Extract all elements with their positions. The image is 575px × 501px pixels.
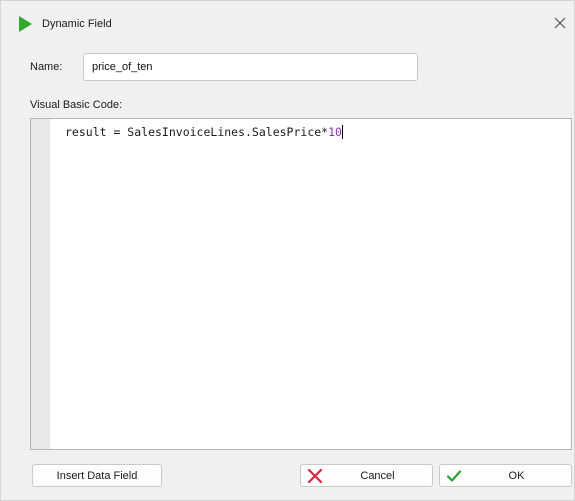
name-input[interactable] <box>83 53 418 81</box>
code-line: result = SalesInvoiceLines.SalesPrice*10 <box>65 125 343 139</box>
green-check-icon <box>446 468 462 484</box>
window-title: Dynamic Field <box>42 18 112 30</box>
code-text: result = SalesInvoiceLines.SalesPrice* <box>65 125 329 139</box>
green-play-icon <box>19 16 32 32</box>
title-bar: Dynamic Field <box>1 1 574 37</box>
name-label: Name: <box>30 61 63 73</box>
close-button[interactable] <box>549 12 571 34</box>
ok-button[interactable]: OK <box>439 464 572 487</box>
ok-label: OK <box>508 470 525 482</box>
code-editor[interactable]: result = SalesInvoiceLines.SalesPrice*10 <box>30 118 572 450</box>
editor-gutter <box>31 119 50 449</box>
code-label: Visual Basic Code: <box>30 99 123 111</box>
insert-data-field-label: Insert Data Field <box>56 470 138 482</box>
cancel-label: Cancel <box>360 470 395 482</box>
red-x-icon <box>307 468 323 484</box>
text-caret <box>341 125 343 139</box>
dynamic-field-dialog: Dynamic Field Name: Visual Basic Code: r… <box>0 0 575 501</box>
code-number: 10 <box>328 125 342 139</box>
cancel-button[interactable]: Cancel <box>300 464 433 487</box>
close-icon <box>554 17 566 29</box>
insert-data-field-button[interactable]: Insert Data Field <box>32 464 162 487</box>
